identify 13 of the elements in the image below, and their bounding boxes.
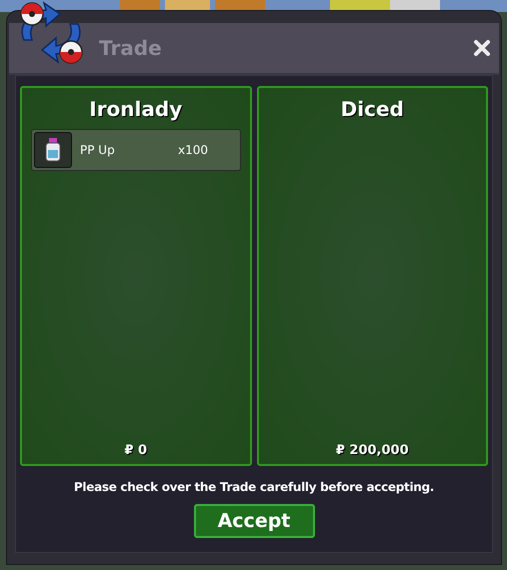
money-amount: ₽ 200,000	[336, 442, 409, 460]
bottle-icon	[45, 138, 61, 162]
money-amount: ₽ 0	[124, 442, 148, 460]
close-icon	[473, 39, 491, 57]
close-button[interactable]	[471, 37, 493, 59]
player-name: Diced	[340, 96, 404, 123]
item-name: PP Up	[80, 142, 116, 159]
accept-button[interactable]: Accept	[194, 504, 314, 538]
message-text: Please check over the Trade carefully before accepting.	[74, 479, 434, 496]
item-row[interactable]: PP Up x100	[31, 129, 240, 171]
player-name: Ironlady	[89, 96, 182, 123]
window-title: Trade	[99, 35, 162, 62]
item-quantity: x100	[178, 142, 208, 159]
